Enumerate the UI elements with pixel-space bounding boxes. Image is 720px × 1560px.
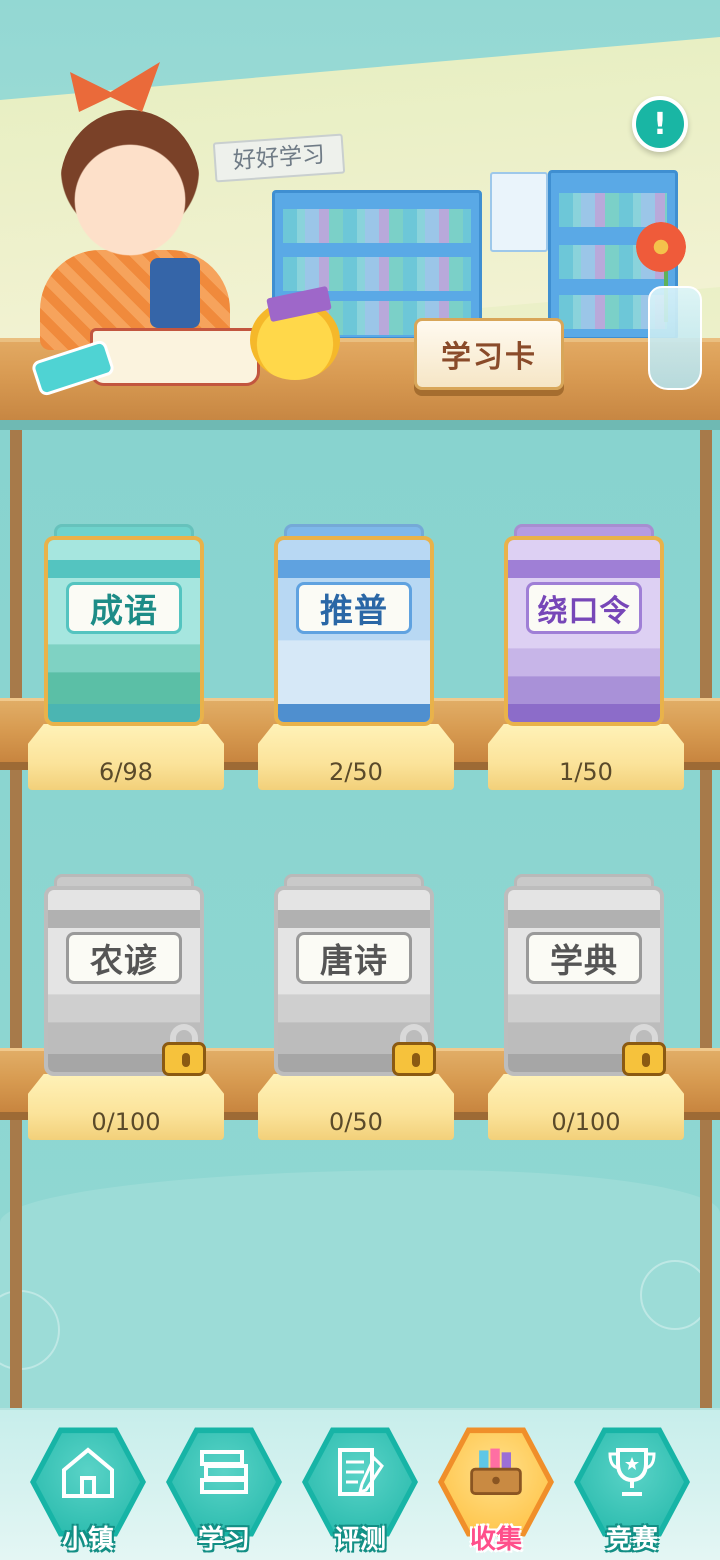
collection-book-nongyan[interactable]: 农谚 <box>44 874 206 1076</box>
book-band <box>508 910 660 928</box>
lock-icon <box>622 1024 666 1076</box>
girl-character <box>60 110 200 260</box>
progress-count: 6/98 <box>99 758 153 786</box>
trophy-icon <box>602 1442 662 1502</box>
lock-body <box>622 1042 666 1076</box>
book-title: 推普 <box>296 582 412 634</box>
nav-item-contest[interactable]: 竞赛 <box>574 1424 690 1555</box>
book-foot <box>278 704 430 722</box>
shelf-pillar-left <box>10 430 22 1410</box>
book-band <box>508 560 660 578</box>
book-title: 唐诗 <box>296 932 412 984</box>
book-band <box>278 910 430 928</box>
lock-icon <box>392 1024 436 1076</box>
flower <box>636 222 686 272</box>
lock-keyhole <box>642 1053 650 1067</box>
nav-item-assessment[interactable]: 评测 <box>302 1424 418 1555</box>
lock-body <box>392 1042 436 1076</box>
book-foot <box>48 704 200 722</box>
exclamation-icon: ! <box>653 106 667 142</box>
collection-book-chengyu[interactable]: 成语 <box>44 524 204 726</box>
book-band <box>278 560 430 578</box>
book-band <box>48 910 200 928</box>
collection-book-tuipu[interactable]: 推普 <box>274 524 434 726</box>
wall-calendar <box>490 172 548 252</box>
collection-page: 好好学习 学习卡 ! 成语 推普 绕口令 农谚 唐诗 学典 6/98 2/50 … <box>0 0 720 1560</box>
background-wave <box>0 1170 720 1410</box>
collection-book-xuedian[interactable]: 学典 <box>504 874 666 1076</box>
open-book <box>90 328 260 386</box>
lock-keyhole <box>412 1053 420 1067</box>
books-stack-icon <box>194 1442 254 1502</box>
desk-shadow <box>0 420 720 430</box>
collection-book-tangshi[interactable]: 唐诗 <box>274 874 436 1076</box>
vase <box>648 286 702 390</box>
book-foot <box>508 704 660 722</box>
study-desk-scene: 好好学习 学习卡 ! <box>0 0 720 430</box>
book-title: 学典 <box>526 932 642 984</box>
info-button[interactable]: ! <box>632 96 688 152</box>
book-title: 成语 <box>66 582 182 634</box>
plum-blossom-illustration <box>508 624 660 704</box>
book-title: 农谚 <box>66 932 182 984</box>
nav-label: 学习 <box>197 1525 250 1555</box>
mountain-landscape-illustration <box>48 624 200 704</box>
book-title: 绕口令 <box>526 582 642 634</box>
checklist-pencil-icon <box>330 1442 390 1502</box>
nav-label: 竞赛 <box>605 1525 658 1555</box>
reading-child-illustration <box>278 624 430 704</box>
shelf-pillar-right <box>700 430 712 1410</box>
lock-icon <box>162 1024 206 1076</box>
book-band <box>48 560 200 578</box>
nav-label: 评测 <box>333 1525 386 1555</box>
house-icon <box>58 1442 118 1502</box>
girl-overall <box>150 258 200 328</box>
progress-count: 0/100 <box>91 1108 161 1136</box>
collection-book-raokouling[interactable]: 绕口令 <box>504 524 664 726</box>
study-card-stand[interactable]: 学习卡 <box>414 318 564 390</box>
bottom-nav: 小镇 学习 评测 收集 竞赛 <box>0 1408 720 1560</box>
nav-label: 收集 <box>469 1525 522 1555</box>
lock-body <box>162 1042 206 1076</box>
study-card-label: 学习卡 <box>441 340 537 375</box>
lock-keyhole <box>182 1053 190 1067</box>
nav-label: 小镇 <box>61 1525 114 1555</box>
progress-count: 0/50 <box>329 1108 383 1136</box>
nav-item-collect[interactable]: 收集 <box>438 1424 554 1555</box>
treasure-box-icon <box>466 1442 526 1502</box>
progress-count: 0/100 <box>551 1108 621 1136</box>
progress-count: 1/50 <box>559 758 613 786</box>
nav-item-town[interactable]: 小镇 <box>30 1424 146 1555</box>
nav-item-study[interactable]: 学习 <box>166 1424 282 1555</box>
progress-count: 2/50 <box>329 758 383 786</box>
